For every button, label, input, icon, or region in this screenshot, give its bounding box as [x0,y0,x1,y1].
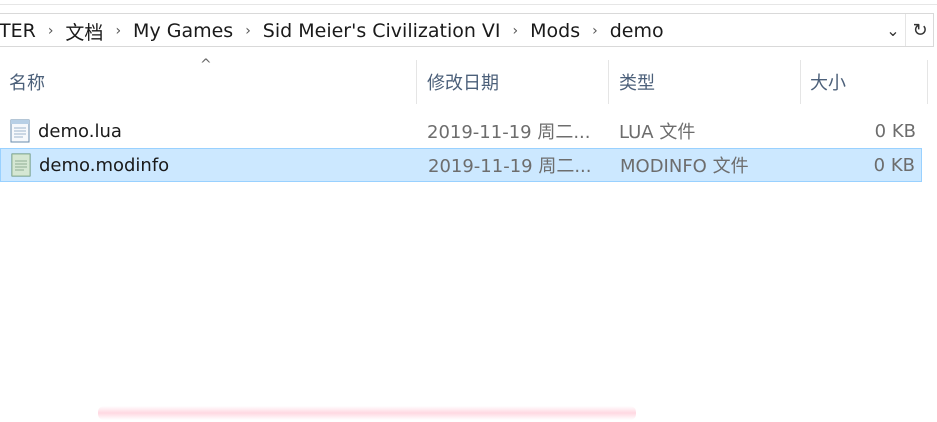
file-name-cell: demo.lua [10,114,122,148]
breadcrumb-item[interactable]: 文档 [59,18,109,45]
breadcrumb: TER › 文档 › My Games › Sid Meier's Civili… [0,14,670,48]
breadcrumb-item-current[interactable]: demo [604,20,670,42]
breadcrumb-separator-icon[interactable]: › [109,23,127,39]
column-divider[interactable] [416,60,417,104]
breadcrumb-item[interactable]: TER [0,20,42,42]
breadcrumb-separator-icon[interactable]: › [507,23,525,39]
column-header-type[interactable]: 类型 [610,60,800,104]
address-bar[interactable]: TER › 文档 › My Games › Sid Meier's Civili… [0,13,934,47]
file-size: 0 KB [874,120,916,142]
column-header-modified[interactable]: 修改日期 [418,60,608,104]
column-header-size[interactable]: 大小 [801,60,927,104]
column-header: 名称 ^ 修改日期 类型 大小 [0,57,937,104]
breadcrumb-item[interactable]: Mods [524,20,586,42]
window-top-edge [0,4,937,5]
file-name: demo.lua [38,120,122,142]
column-header-type-label: 类型 [619,73,655,94]
file-type: LUA 文件 [619,122,696,143]
decorative-highlight-strip [98,406,636,420]
column-divider[interactable] [927,60,928,104]
file-row-selected[interactable]: demo.modinfo 2019-11-19 周二... MODINFO 文件… [0,148,922,182]
file-type: MODINFO 文件 [620,156,749,177]
file-modified: 2019-11-19 周二... [428,156,592,177]
breadcrumb-separator-icon[interactable]: › [586,23,604,39]
sort-ascending-icon: ^ [200,57,212,73]
refresh-icon[interactable]: ↻ [905,14,934,46]
column-header-name-label: 名称 [9,73,45,94]
file-name-cell: demo.modinfo [11,149,169,181]
column-divider[interactable] [608,60,609,104]
column-header-modified-label: 修改日期 [427,73,499,94]
column-header-name[interactable]: 名称 ^ [0,57,416,104]
file-modified: 2019-11-19 周二... [427,122,591,143]
text-file-icon [10,119,30,143]
breadcrumb-separator-icon[interactable]: › [239,23,257,39]
breadcrumb-separator-icon[interactable]: › [42,23,60,39]
file-name: demo.modinfo [39,154,170,176]
column-header-size-label: 大小 [810,73,846,94]
text-file-icon [11,153,31,177]
breadcrumb-item[interactable]: Sid Meier's Civilization VI [257,20,507,42]
chevron-down-icon[interactable]: ⌄ [881,14,905,46]
breadcrumb-item[interactable]: My Games [127,20,239,42]
file-size: 0 KB [873,154,915,176]
file-row[interactable]: demo.lua 2019-11-19 周二... LUA 文件 0 KB [0,114,922,148]
